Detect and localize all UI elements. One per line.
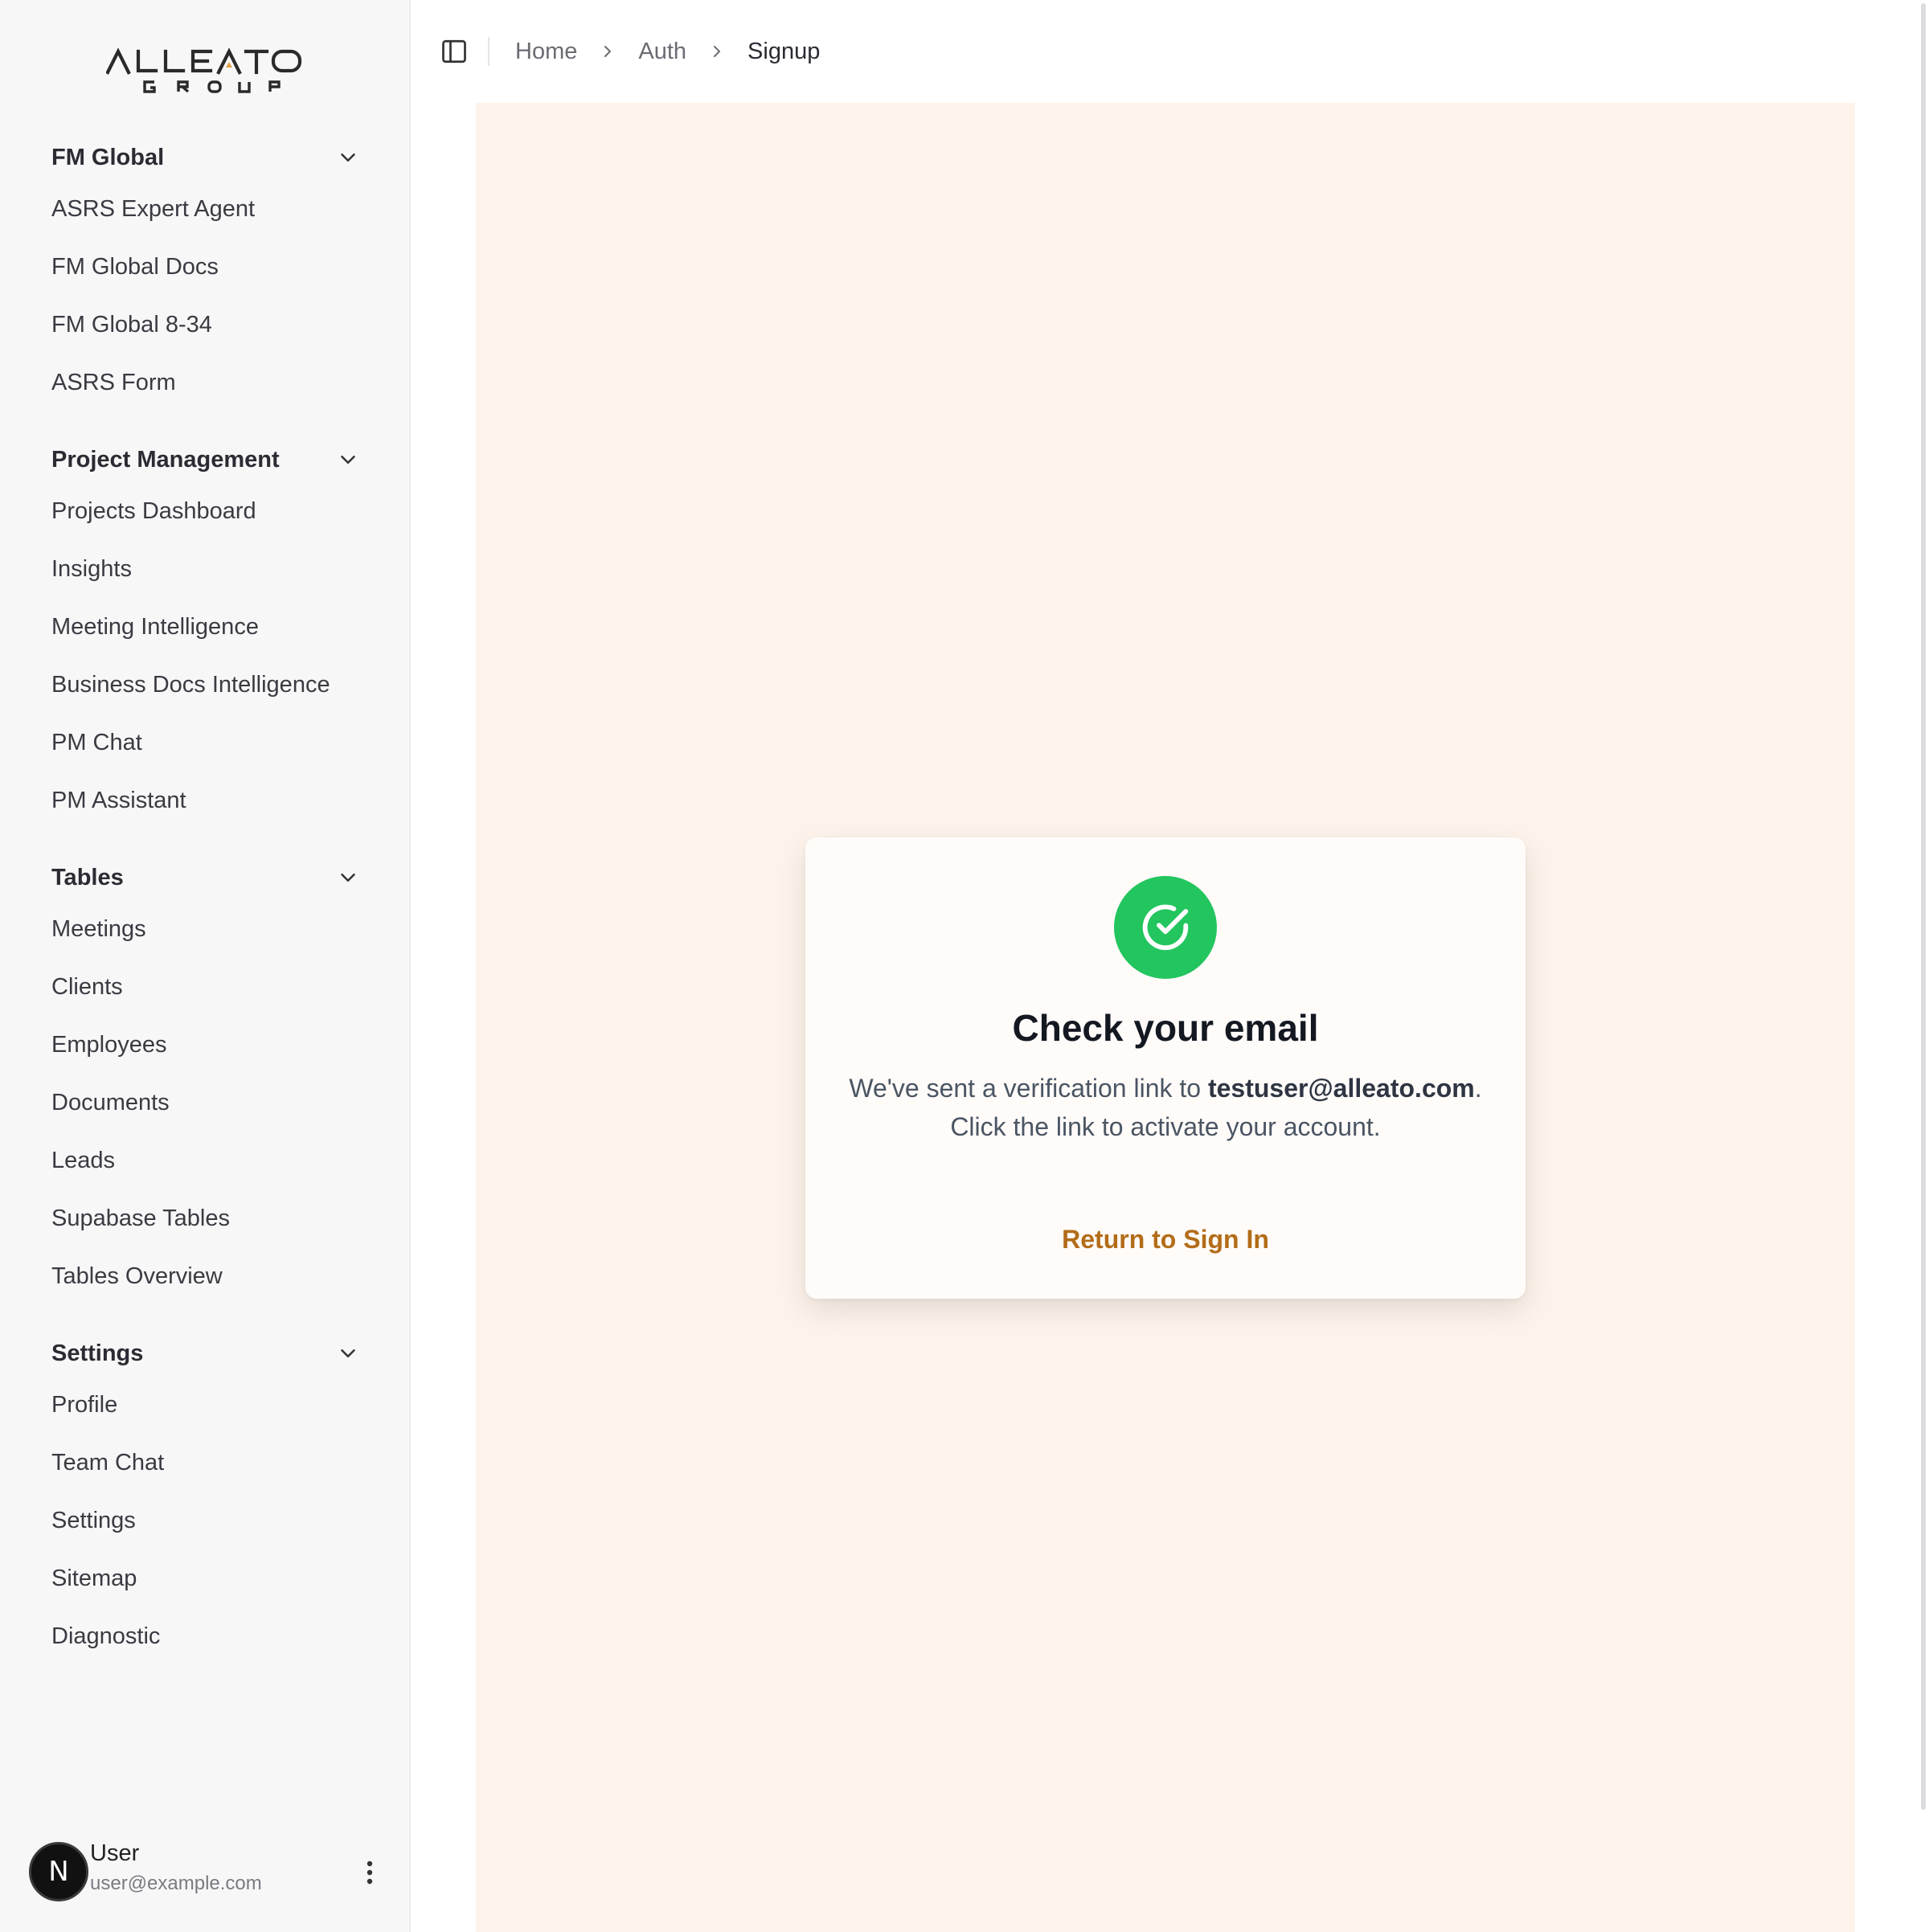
breadcrumb: Home Auth Signup (515, 34, 820, 69)
chevron-down-icon (341, 1349, 355, 1357)
nav-group-title: Settings (51, 1340, 144, 1366)
user-email: user@example.com (90, 1873, 262, 1894)
sidebar-item-meetings[interactable]: Meetings (51, 907, 373, 952)
recipient-email: testuser@alleato.com (1207, 1074, 1475, 1103)
sidebar-item-supabase-tables[interactable]: Supabase Tables (51, 1196, 373, 1241)
breadcrumb-signup: Signup (747, 38, 821, 64)
sidebar-item-sitemap[interactable]: Sitemap (51, 1556, 373, 1601)
nav-group-settings[interactable]: Settings (51, 1333, 360, 1373)
breadcrumb-home[interactable]: Home (515, 39, 577, 65)
sidebar-item-team-chat[interactable]: Team Chat (51, 1440, 373, 1485)
divider (488, 37, 489, 66)
nav-group-title: FM Global (51, 144, 165, 170)
card-message: We've sent a verification link to testus… (846, 1069, 1485, 1146)
sidebar-item-fm-global-docs[interactable]: FM Global Docs (51, 244, 373, 289)
chevron-down-icon (341, 456, 355, 464)
sidebar-item-asrs-expert-agent[interactable]: ASRS Expert Agent (51, 186, 373, 231)
chevron-right-icon (604, 46, 612, 57)
sidebar-item-employees[interactable]: Employees (51, 1022, 373, 1067)
sidebar-item-clients[interactable]: Clients (51, 964, 373, 1009)
verification-card: Check your email We've sent a verificati… (805, 837, 1526, 1299)
nav-group-title: Tables (51, 864, 124, 890)
sidebar-item-profile[interactable]: Profile (51, 1382, 373, 1427)
scrollbar-thumb[interactable] (1921, 3, 1926, 1810)
sidebar-item-fm-global-8-34[interactable]: FM Global 8-34 (51, 302, 373, 347)
chevron-down-icon (341, 874, 355, 882)
more-vertical-icon[interactable] (355, 1855, 384, 1890)
user-menu[interactable]: N User user@example.com (29, 1840, 391, 1905)
sidebar-item-pm-assistant[interactable]: PM Assistant (51, 778, 373, 823)
top-bar: Home Auth Signup (411, 0, 1929, 103)
breadcrumb-auth[interactable]: Auth (638, 39, 686, 65)
chevron-down-icon (341, 153, 355, 162)
sidebar-item-tables-overview[interactable]: Tables Overview (51, 1254, 373, 1299)
scrollbar[interactable] (1918, 0, 1929, 1812)
message-prefix: We've sent a verification link to (849, 1074, 1208, 1103)
success-badge (1114, 876, 1217, 979)
chevron-right-icon (714, 46, 721, 57)
sidebar-item-documents[interactable]: Documents (51, 1080, 373, 1125)
sidebar-toggle-icon[interactable] (440, 37, 469, 66)
avatar[interactable]: N (29, 1842, 88, 1901)
sidebar-item-diagnostic[interactable]: Diagnostic (51, 1614, 373, 1659)
nav-group-title: Project Management (51, 446, 280, 473)
sidebar-item-pm-chat[interactable]: PM Chat (51, 720, 373, 765)
nav-group-tables[interactable]: Tables (51, 858, 360, 898)
sidebar-item-leads[interactable]: Leads (51, 1138, 373, 1183)
check-circle-icon (1142, 904, 1189, 951)
sidebar-item-settings[interactable]: Settings (51, 1498, 373, 1543)
card-title: Check your email (1012, 1007, 1319, 1049)
sidebar-item-projects-dashboard[interactable]: Projects Dashboard (51, 489, 373, 534)
alleato-logo[interactable] (106, 45, 303, 96)
user-name: User (90, 1840, 140, 1866)
sidebar: FM Global ASRS Expert Agent FM Global Do… (0, 0, 411, 1932)
sidebar-item-insights[interactable]: Insights (51, 546, 373, 591)
sidebar-item-meeting-intelligence[interactable]: Meeting Intelligence (51, 604, 373, 649)
return-to-sign-in-link[interactable]: Return to Sign In (805, 1225, 1526, 1255)
nav-group-fm-global[interactable]: FM Global (51, 137, 360, 178)
sidebar-item-asrs-form[interactable]: ASRS Form (51, 360, 373, 405)
sidebar-item-business-docs-intelligence[interactable]: Business Docs Intelligence (51, 662, 373, 707)
nav-group-project-management[interactable]: Project Management (51, 440, 360, 480)
